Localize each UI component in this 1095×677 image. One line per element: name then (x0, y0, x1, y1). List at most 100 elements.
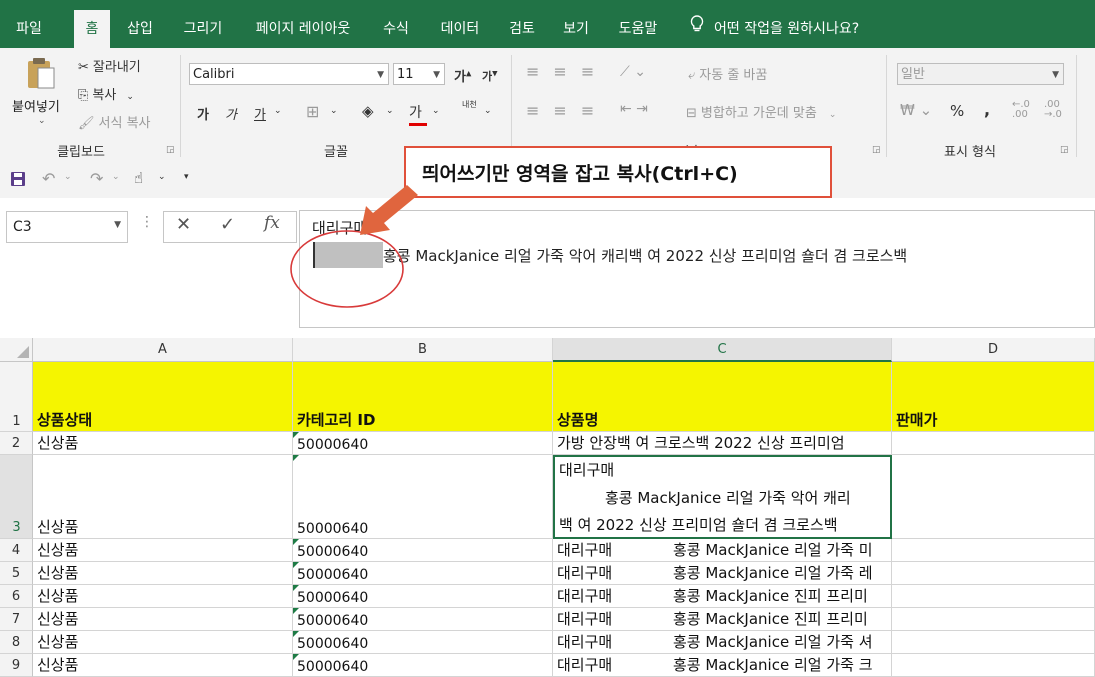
horizontal-align-icons[interactable]: ≡≡≡ (526, 101, 608, 120)
shrink-font-button[interactable]: 가▼ (482, 68, 498, 84)
column-header-c[interactable]: C (553, 338, 892, 362)
save-icon[interactable] (10, 171, 26, 191)
table-cell-name[interactable]: 대리구매 홍콩 MackJanice 진피 프리미 (553, 608, 892, 631)
formula-options-icon[interactable]: ⋮ (140, 214, 154, 230)
customize-qat-icon[interactable]: ▾ (184, 172, 189, 182)
phonetic-button[interactable]: 내천 (462, 100, 478, 109)
table-cell-name[interactable]: 대리구매 홍콩 MackJanice 리얼 가죽 레 (553, 562, 892, 585)
table-cell-status[interactable]: 신상품 (33, 539, 293, 562)
row-header[interactable]: 8 (0, 631, 33, 654)
underline-dropdown-icon[interactable]: ⌄ (274, 106, 282, 116)
table-cell-name[interactable]: 대리구매 홍콩 MackJanice 리얼 가죽 미 (553, 539, 892, 562)
font-color-button[interactable]: 가 (409, 102, 427, 126)
table-cell-price[interactable] (892, 562, 1095, 585)
font-name-select[interactable]: Calibri ▼ (189, 63, 389, 85)
table-cell-price[interactable] (892, 455, 1095, 539)
table-cell-name[interactable]: 대리구매 홍콩 MackJanice 진피 프리미 (553, 585, 892, 608)
column-header-d[interactable]: D (892, 338, 1095, 362)
table-cell-status[interactable]: 신상품 (33, 631, 293, 654)
header-cell-status[interactable]: 상품상태 (33, 362, 293, 432)
confirm-entry-icon[interactable]: ✓ (220, 214, 235, 235)
table-cell-category[interactable]: 50000640 (293, 432, 553, 455)
undo-dropdown-icon[interactable]: ⌄ (64, 172, 72, 182)
undo-icon[interactable]: ↶ (42, 169, 55, 188)
tab-formulas[interactable]: 수식 (376, 0, 416, 48)
table-cell-price[interactable] (892, 432, 1095, 455)
tab-view[interactable]: 보기 (556, 0, 596, 48)
insert-function-icon[interactable]: fx (264, 213, 280, 233)
table-cell-price[interactable] (892, 631, 1095, 654)
header-cell-name[interactable]: 상품명 (553, 362, 892, 432)
row-header[interactable]: 4 (0, 539, 33, 562)
touch-mode-icon[interactable]: ☝ (134, 169, 143, 187)
row-header-3[interactable]: 3 (0, 455, 33, 539)
number-format-select[interactable]: 일반 ▼ (897, 63, 1064, 85)
table-cell-category[interactable]: 50000640 (293, 539, 553, 562)
orientation-icon[interactable]: ⟋ ⌄ (620, 64, 646, 80)
table-cell-status[interactable]: 신상품 (33, 562, 293, 585)
table-cell-category[interactable]: 50000640 (293, 455, 553, 539)
redo-dropdown-icon[interactable]: ⌄ (112, 172, 120, 182)
header-cell-category[interactable]: 카테고리 ID (293, 362, 553, 432)
italic-button[interactable]: 가 (225, 104, 237, 123)
column-header-a[interactable]: A (33, 338, 293, 362)
tab-file[interactable]: 파일 (10, 0, 48, 48)
phonetic-dropdown-icon[interactable]: ⌄ (484, 106, 492, 116)
indent-icons[interactable]: ⇤ ⇥ (620, 101, 648, 117)
fill-dropdown-icon[interactable]: ⌄ (386, 106, 394, 116)
increase-decimal-icon[interactable]: ←.0.00 (1012, 100, 1030, 120)
table-cell-name[interactable]: 대리구매 홍콩 MackJanice 리얼 가죽 셔 (553, 631, 892, 654)
table-cell-category[interactable]: 50000640 (293, 585, 553, 608)
tab-help[interactable]: 도움말 (610, 0, 666, 48)
table-cell-category[interactable]: 50000640 (293, 562, 553, 585)
select-all-corner[interactable] (0, 338, 33, 362)
currency-icon[interactable]: ₩ ⌄ (900, 101, 932, 119)
bold-button[interactable]: 가 (197, 104, 209, 123)
row-header[interactable]: 6 (0, 585, 33, 608)
row-header-1[interactable]: 1 (0, 362, 33, 432)
merge-center-button[interactable]: ⊟ 병합하고 가운데 맞춤 ⌄ (686, 102, 836, 121)
tell-me-box[interactable]: 어떤 작업을 원하시나요? (690, 0, 859, 48)
paste-button[interactable]: 붙여넣기 ⌄ (12, 54, 70, 134)
table-cell-status[interactable]: 신상품 (33, 455, 293, 539)
column-header-b[interactable]: B (293, 338, 553, 362)
comma-button[interactable]: , (984, 100, 990, 119)
active-cell-c3[interactable]: 대리구매 홍콩 MackJanice 리얼 가죽 악어 캐리 백 여 2022 … (553, 455, 892, 539)
vertical-align-icons[interactable]: ≡≡≡ (526, 62, 608, 81)
tab-data[interactable]: 데이터 (432, 0, 488, 48)
decrease-decimal-icon[interactable]: .00 →.0 (1044, 100, 1062, 120)
tab-review[interactable]: 검토 (502, 0, 542, 48)
font-color-dropdown-icon[interactable]: ⌄ (432, 106, 440, 116)
grow-font-button[interactable]: 가▲ (454, 66, 471, 85)
table-cell-category[interactable]: 50000640 (293, 608, 553, 631)
tab-page-layout[interactable]: 페이지 레이아웃 (244, 0, 362, 48)
format-painter-button[interactable]: 🖌 서식 복사 (78, 112, 151, 131)
header-cell-price[interactable]: 판매가 (892, 362, 1095, 432)
table-cell-price[interactable] (892, 608, 1095, 631)
table-cell-category[interactable]: 50000640 (293, 631, 553, 654)
row-header[interactable]: 5 (0, 562, 33, 585)
table-cell-price[interactable] (892, 585, 1095, 608)
redo-icon[interactable]: ↷ (90, 169, 103, 188)
tab-insert[interactable]: 삽입 (118, 0, 162, 48)
underline-button[interactable]: 가 (254, 104, 266, 123)
name-box[interactable]: C3 ▼ (6, 211, 128, 243)
copy-button[interactable]: ⎘ 복사 ⌄ (78, 84, 134, 103)
tab-draw[interactable]: 그리기 (176, 0, 230, 48)
fill-color-icon[interactable]: ◈ (362, 102, 374, 120)
clipboard-launcher-icon[interactable]: ◲ (166, 145, 175, 155)
cancel-entry-icon[interactable]: ✕ (176, 214, 191, 235)
tab-home[interactable]: 홈 (74, 10, 110, 48)
border-icon[interactable]: ⊞ (306, 102, 319, 121)
row-header-2[interactable]: 2 (0, 432, 33, 455)
table-cell-status[interactable]: 신상품 (33, 585, 293, 608)
cut-button[interactable]: ✂ 잘라내기 (78, 56, 141, 75)
touch-dropdown-icon[interactable]: ⌄ (158, 172, 166, 182)
wrap-text-button[interactable]: ⤶ 자동 줄 바꿈 (688, 64, 767, 83)
table-cell-status[interactable]: 신상품 (33, 432, 293, 455)
table-cell-name[interactable]: 가방 안장백 여 크로스백 2022 신상 프리미엄 (553, 432, 892, 455)
border-dropdown-icon[interactable]: ⌄ (330, 106, 338, 116)
alignment-launcher-icon[interactable]: ◲ (872, 145, 881, 155)
table-cell-price[interactable] (892, 539, 1095, 562)
number-launcher-icon[interactable]: ◲ (1060, 145, 1069, 155)
